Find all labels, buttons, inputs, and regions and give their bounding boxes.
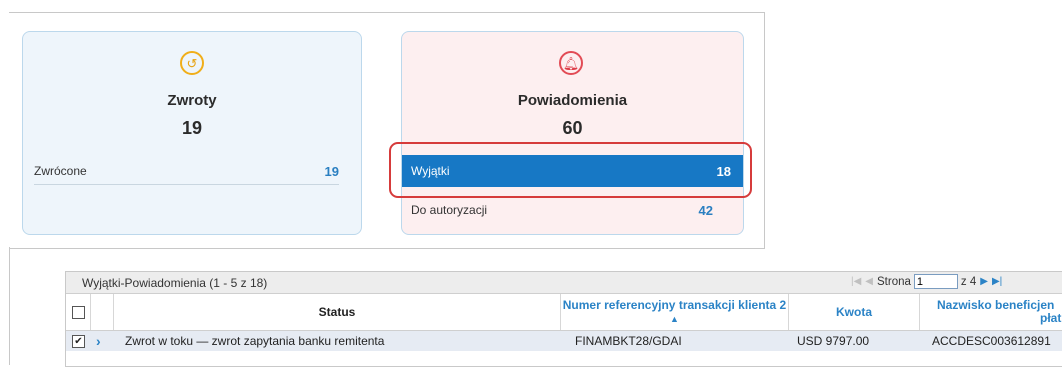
page-of-label: z 4 [960, 275, 977, 288]
page-input[interactable] [913, 274, 958, 289]
notifications-row-to-authorize[interactable]: Do autoryzacji 42 [402, 199, 743, 221]
return-icon: ↺ [180, 51, 204, 75]
returns-row-label: Zwrócone [34, 164, 87, 178]
returns-card[interactable]: ↺ Zwroty 19 Zwrócone 19 [22, 31, 362, 235]
row-checkbox-cell: ✔ [72, 331, 85, 351]
table-row[interactable]: ✔ › Zwrot w toku — zwrot zapytania banku… [66, 331, 1062, 351]
grid-header: Status Numer referencyjny transakcji kli… [66, 294, 1062, 331]
bell-icon: 🔔︎ [559, 51, 583, 75]
notifications-card[interactable]: 🔔︎ Powiadomienia 60 Wyjątki 18 Do autory… [401, 31, 744, 235]
returns-count: 19 [181, 118, 203, 138]
column-amount-label: Kwota [836, 305, 872, 319]
to-authorize-value[interactable]: 42 [699, 203, 713, 218]
page-label: Strona [877, 275, 911, 288]
returns-row-returned[interactable]: Zwrócone 19 [34, 158, 339, 185]
column-reference-label: Numer referencyjny transakcji klienta 2 … [562, 297, 787, 324]
pager: |◀ ◀ Strona z 4 ▶ ▶| [851, 274, 1002, 289]
next-page-icon[interactable]: ▶ [980, 276, 988, 287]
notifications-title: Powiadomienia [517, 92, 628, 109]
row-status: Zwrot w toku — zwrot zapytania banku rem… [125, 334, 385, 348]
column-beneficiary-label: Nazwisko beneficjen płat [936, 298, 1062, 325]
last-page-icon[interactable]: ▶| [992, 276, 1002, 287]
grid-title: Wyjątki-Powiadomienia (1 - 5 z 18) [82, 276, 268, 290]
exceptions-highlight-outline [389, 142, 752, 198]
to-authorize-label: Do autoryzacji [411, 203, 488, 217]
expand-row-icon[interactable]: › [96, 331, 101, 351]
column-amount[interactable]: Kwota [789, 294, 920, 330]
returns-row-value[interactable]: 19 [325, 164, 339, 179]
select-all-cell [66, 294, 91, 330]
row-checkbox[interactable]: ✔ [72, 334, 85, 348]
column-reference[interactable]: Numer referencyjny transakcji klienta 2 … [561, 294, 789, 330]
frame-divider [9, 247, 10, 365]
first-page-icon[interactable]: |◀ [851, 276, 861, 287]
sort-asc-icon: ▲ [670, 313, 679, 324]
returns-title: Zwroty [167, 92, 217, 109]
row-beneficiary: ACCDESC003612891 [932, 334, 1051, 348]
notifications-count: 60 [562, 118, 583, 138]
expand-header-cell [91, 294, 114, 330]
row-amount: USD 9797.00 [797, 334, 870, 348]
column-status-label: Status [318, 305, 356, 319]
row-reference: FINAMBKT28/GDAI [575, 334, 682, 348]
exceptions-grid: Wyjątki-Powiadomienia (1 - 5 z 18) |◀ ◀ … [65, 271, 1062, 367]
column-beneficiary[interactable]: Nazwisko beneficjen płat [920, 294, 1062, 330]
select-all-checkbox[interactable] [71, 305, 85, 319]
column-status[interactable]: Status [114, 294, 561, 330]
grid-title-bar: Wyjątki-Powiadomienia (1 - 5 z 18) |◀ ◀ … [66, 272, 1062, 294]
prev-page-icon[interactable]: ◀ [865, 276, 873, 287]
